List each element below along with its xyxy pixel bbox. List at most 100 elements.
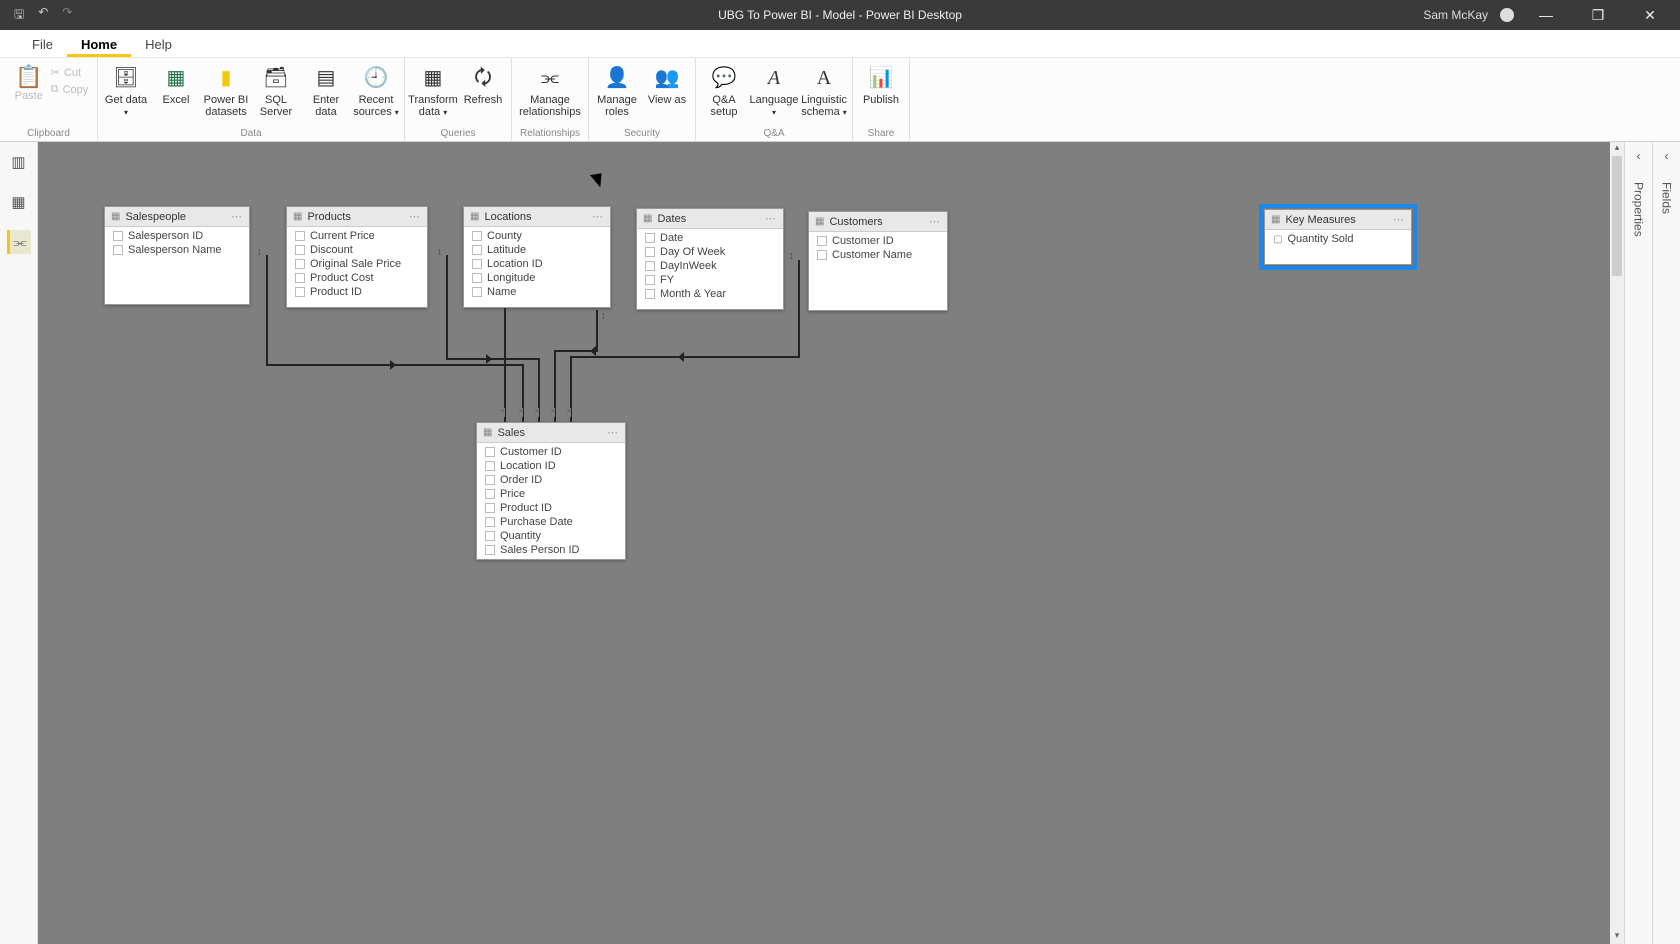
sql-icon: 🗃 [262, 64, 290, 92]
sql-server-button[interactable]: 🗃SQL Server [252, 60, 300, 118]
model-view-button[interactable]: ⫘ [7, 230, 31, 254]
table-icon: ▦ [815, 216, 824, 227]
field-item[interactable]: Customer Name [809, 248, 947, 262]
more-icon[interactable]: ⋯ [1393, 213, 1405, 226]
get-data-button[interactable]: 🗄Get data ▾ [102, 60, 150, 119]
close-button[interactable]: ✕ [1630, 7, 1670, 24]
field-item[interactable]: Day Of Week [637, 245, 783, 259]
relationship-line[interactable] [446, 255, 448, 359]
field-item[interactable]: Location ID [477, 459, 625, 473]
relationship-line[interactable] [596, 310, 598, 350]
restore-button[interactable]: ❐ [1578, 7, 1618, 24]
field-item[interactable]: Month & Year [637, 287, 783, 301]
field-item[interactable]: Product ID [477, 501, 625, 515]
model-canvas[interactable]: ▦Salespeople⋯ Salesperson IDSalesperson … [38, 142, 1624, 944]
field-item[interactable]: Purchase Date [477, 515, 625, 529]
undo-icon[interactable]: ↶ [38, 5, 48, 26]
linguistic-schema-button[interactable]: ALinguistic schema ▾ [800, 60, 848, 119]
save-icon[interactable]: 🖫 [14, 5, 24, 26]
excel-button[interactable]: ▦Excel [152, 60, 200, 106]
relationship-line[interactable] [446, 358, 538, 360]
table-icon: ▦ [483, 427, 492, 438]
field-item[interactable]: Latitude [464, 243, 610, 257]
copy-button: ⧉ Copy [51, 83, 89, 96]
schema-icon: A [810, 64, 838, 92]
table-customers[interactable]: ▦Customers⋯ Customer IDCustomer Name [808, 211, 948, 311]
field-item[interactable]: Date [637, 231, 783, 245]
field-item[interactable]: Salesperson ID [105, 229, 249, 243]
menu-home[interactable]: Home [67, 33, 131, 57]
scroll-up-icon[interactable]: ▴ [1610, 142, 1624, 156]
table-icon: ▦ [643, 213, 652, 224]
table-icon: ▦ [1271, 214, 1280, 225]
field-item[interactable]: ▢Quantity Sold [1265, 232, 1411, 246]
more-icon[interactable]: ⋯ [409, 210, 421, 223]
manage-relationships-button[interactable]: ⫘Manage relationships [516, 60, 584, 118]
fields-label[interactable]: Fields [1660, 182, 1674, 214]
field-item[interactable]: Location ID [464, 257, 610, 271]
manage-roles-button[interactable]: 👤Manage roles [593, 60, 641, 118]
table-dates[interactable]: ▦Dates⋯ DateDay Of WeekDayInWeekFYMonth … [636, 208, 784, 310]
properties-label[interactable]: Properties [1632, 182, 1646, 237]
view-as-button[interactable]: 👥View as [643, 60, 691, 106]
paste-icon: 📋 [9, 64, 49, 90]
redo-icon[interactable]: ↷ [62, 5, 72, 26]
menu-help[interactable]: Help [131, 33, 186, 57]
arrow-icon [590, 346, 596, 356]
enter-data-button[interactable]: ▤Enter data [302, 60, 350, 118]
scrollbar-thumb[interactable] [1612, 156, 1622, 276]
table-key-measures[interactable]: ▦Key Measures⋯ ▢Quantity Sold [1264, 209, 1412, 265]
collapse-properties-button[interactable]: ‹ [1637, 142, 1641, 170]
field-item[interactable]: Customer ID [477, 445, 625, 459]
more-icon[interactable]: ⋯ [765, 212, 777, 225]
fields-pane: ‹ Fields [1652, 142, 1680, 944]
table-salespeople[interactable]: ▦Salespeople⋯ Salesperson IDSalesperson … [104, 206, 250, 305]
field-item[interactable]: Product ID [287, 285, 427, 299]
field-item[interactable]: FY [637, 273, 783, 287]
relationship-line[interactable] [798, 260, 800, 356]
avatar[interactable] [1500, 8, 1514, 22]
pbi-datasets-button[interactable]: ▮Power BI datasets [202, 60, 250, 118]
more-icon[interactable]: ⋯ [607, 426, 619, 439]
database-icon: 🗄 [112, 64, 140, 92]
field-item[interactable]: Order ID [477, 473, 625, 487]
field-item[interactable]: Current Price [287, 229, 427, 243]
more-icon[interactable]: ⋯ [592, 210, 604, 223]
field-item[interactable]: Original Sale Price [287, 257, 427, 271]
field-item[interactable]: Name [464, 285, 610, 299]
relationship-line[interactable] [504, 308, 506, 422]
field-item[interactable]: Sales Person ID [477, 543, 625, 557]
relationship-line[interactable] [570, 356, 800, 358]
vertical-scrollbar[interactable]: ▴ ▾ [1610, 142, 1624, 944]
field-item[interactable]: DayInWeek [637, 259, 783, 273]
scroll-down-icon[interactable]: ▾ [1610, 930, 1624, 944]
qa-setup-button[interactable]: 💬Q&A setup [700, 60, 748, 118]
table-locations[interactable]: ▦Locations⋯ CountyLatitudeLocation IDLon… [463, 206, 611, 308]
refresh-button[interactable]: 🗘Refresh [459, 60, 507, 106]
field-item[interactable]: Quantity [477, 529, 625, 543]
field-item[interactable]: Salesperson Name [105, 243, 249, 257]
recent-icon: 🕘 [362, 64, 390, 92]
recent-sources-button[interactable]: 🕘Recent sources ▾ [352, 60, 400, 119]
report-view-button[interactable]: ▥ [7, 150, 31, 174]
more-icon[interactable]: ⋯ [929, 215, 941, 228]
minimize-button[interactable]: — [1526, 7, 1566, 23]
data-view-button[interactable]: ▦ [7, 190, 31, 214]
field-item[interactable]: Longitude [464, 271, 610, 285]
field-item[interactable]: Discount [287, 243, 427, 257]
table-products[interactable]: ▦Products⋯ Current PriceDiscountOriginal… [286, 206, 428, 308]
publish-button[interactable]: 📊Publish [857, 60, 905, 106]
table-sales[interactable]: ▦Sales⋯ Customer IDLocation IDOrder IDPr… [476, 422, 626, 560]
field-item[interactable]: Product Cost [287, 271, 427, 285]
qa-icon: 💬 [710, 64, 738, 92]
field-item[interactable]: Price [477, 487, 625, 501]
more-icon[interactable]: ⋯ [231, 210, 243, 223]
field-item[interactable]: County [464, 229, 610, 243]
relationship-line[interactable] [266, 255, 268, 365]
menu-file[interactable]: File [18, 33, 67, 57]
language-button[interactable]: ALanguage ▾ [750, 60, 798, 119]
collapse-fields-button[interactable]: ‹ [1665, 142, 1669, 170]
user-name[interactable]: Sam McKay [1423, 8, 1488, 22]
transform-data-button[interactable]: ▦Transform data ▾ [409, 60, 457, 119]
field-item[interactable]: Customer ID [809, 234, 947, 248]
